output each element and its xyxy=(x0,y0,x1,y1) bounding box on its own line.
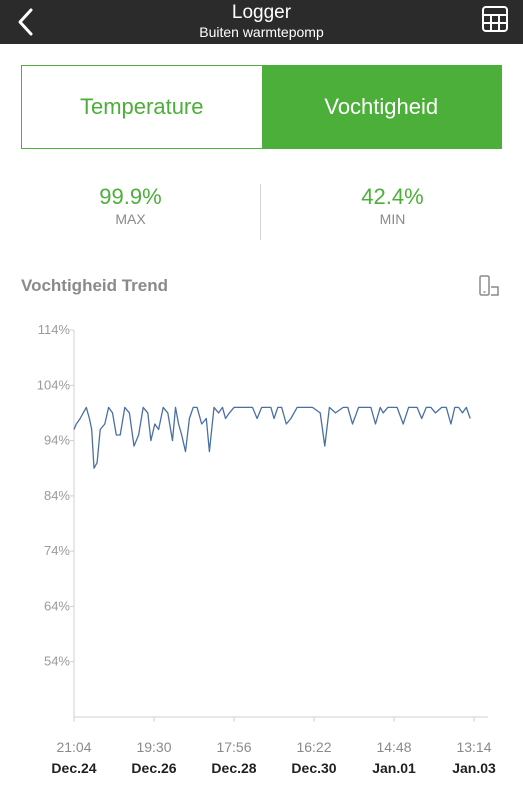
trend-title: Vochtigheid Trend xyxy=(21,276,169,295)
rotate-device-button[interactable] xyxy=(477,274,501,298)
x-tick-time-label: 19:30 xyxy=(136,739,171,755)
x-tick-time-label: 13:14 xyxy=(456,739,491,755)
y-tick-label: 104% xyxy=(37,377,71,392)
table-grid-icon xyxy=(482,6,508,32)
top-navigation-bar: Logger Buiten warmtepomp xyxy=(0,0,523,44)
x-tick-time-label: 14:48 xyxy=(376,739,411,755)
x-tick-date-label: Dec.30 xyxy=(291,760,336,776)
min-label: MIN xyxy=(379,211,406,227)
chevron-left-icon xyxy=(18,8,33,36)
x-tick-date-label: Dec.24 xyxy=(51,760,96,776)
min-value: 42.4% xyxy=(361,184,424,209)
x-tick-date-label: Jan.01 xyxy=(372,760,416,776)
back-button[interactable] xyxy=(12,6,42,38)
y-tick-label: 94% xyxy=(44,433,70,448)
measurement-segmented-control: Temperature Vochtigheid xyxy=(21,65,502,149)
stats-panel: 99.9% MAX 42.4% MIN xyxy=(0,184,523,240)
max-value: 99.9% xyxy=(99,184,162,209)
y-tick-label: 84% xyxy=(44,488,70,503)
x-tick-time-label: 16:22 xyxy=(296,739,331,755)
humidity-trend-chart: 114% 104% 94% 84% 74% 64% 54% 21:04 Dec.24 19:30 D… xyxy=(37,322,496,776)
x-tick-date-label: Dec.26 xyxy=(131,760,176,776)
rotate-device-icon xyxy=(479,275,499,296)
stats-divider xyxy=(260,184,261,240)
page-subtitle: Buiten warmtepomp xyxy=(199,24,324,40)
tab-vochtigheid[interactable]: Vochtigheid xyxy=(261,66,501,148)
humidity-series-line xyxy=(73,406,471,469)
y-tick-label: 64% xyxy=(44,598,70,613)
max-stat: 99.9% MAX xyxy=(0,184,261,228)
y-tick-label: 114% xyxy=(38,322,71,337)
x-tick-time-label: 17:56 xyxy=(216,739,251,755)
tab-temperature[interactable]: Temperature xyxy=(22,66,262,148)
x-tick-date-label: Jan.03 xyxy=(452,760,496,776)
min-stat: 42.4% MIN xyxy=(262,184,523,228)
max-label: MAX xyxy=(115,211,146,227)
x-tick-date-label: Dec.28 xyxy=(211,760,256,776)
page-title: Logger xyxy=(231,2,292,23)
table-view-button[interactable] xyxy=(481,5,509,33)
x-tick-time-label: 21:04 xyxy=(56,739,91,755)
y-tick-label: 74% xyxy=(44,543,70,558)
y-tick-label: 54% xyxy=(44,654,70,669)
header-titles: Logger Buiten warmtepomp xyxy=(0,2,523,41)
